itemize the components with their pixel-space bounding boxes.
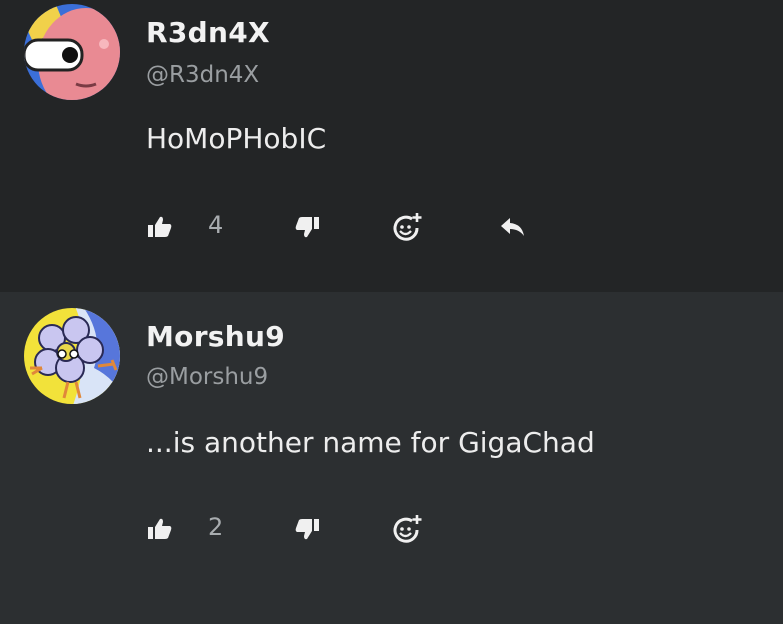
add-reaction-icon [393, 213, 422, 241]
like-button[interactable] [145, 212, 175, 242]
comment-item: R3dn4X @R3dn4X HoMoPHobIC 4 [0, 0, 783, 292]
add-reaction-button[interactable] [392, 212, 422, 242]
comment-text: HoMoPHobIC [146, 122, 327, 155]
reply-icon [501, 218, 524, 236]
thumbs-down-icon [295, 519, 319, 540]
reply-button[interactable] [498, 212, 528, 242]
comment-author-name[interactable]: Morshu9 [146, 320, 285, 353]
thumbs-up-icon [148, 216, 172, 237]
avatar-patrick-image [24, 4, 120, 100]
add-reaction-button[interactable] [392, 514, 422, 544]
comment-author-name[interactable]: R3dn4X [146, 16, 270, 49]
like-button[interactable] [145, 514, 175, 544]
comment-actions: 2 [0, 510, 783, 550]
comment-actions: 4 [0, 208, 783, 248]
avatar[interactable] [24, 308, 120, 404]
add-reaction-icon [393, 515, 422, 543]
avatar-flower-image [24, 308, 120, 404]
dislike-button[interactable] [292, 514, 322, 544]
like-count: 2 [208, 513, 224, 541]
comment-item: Morshu9 @Morshu9 ...is another name for … [0, 292, 783, 624]
comment-author-handle[interactable]: @Morshu9 [146, 364, 268, 390]
avatar[interactable] [24, 4, 120, 100]
thumbs-up-icon [148, 518, 172, 539]
dislike-button[interactable] [292, 212, 322, 242]
comment-author-handle[interactable]: @R3dn4X [146, 62, 259, 88]
comment-text: ...is another name for GigaChad [146, 426, 595, 459]
like-count: 4 [208, 211, 224, 239]
thumbs-down-icon [295, 217, 319, 238]
